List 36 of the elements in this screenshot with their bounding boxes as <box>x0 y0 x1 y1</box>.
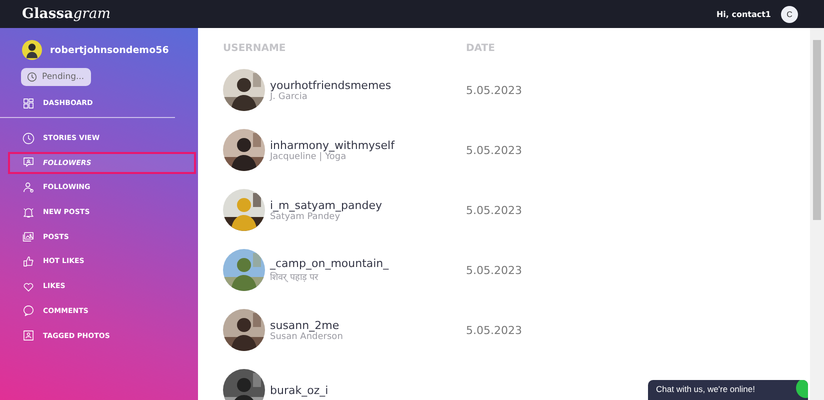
follow-date: 5.05.2023 <box>466 264 522 276</box>
follower-username[interactable]: _camp_on_mountain_ <box>270 257 466 270</box>
nav-icon <box>22 230 35 244</box>
follow-date: 5.05.2023 <box>466 204 522 216</box>
nav-icon <box>22 132 35 144</box>
follow-date: 5.05.2023 <box>466 144 522 156</box>
nav-icon <box>22 156 35 170</box>
nav-icon <box>22 304 35 318</box>
follower-username[interactable]: i_m_satyam_pandey <box>270 198 466 212</box>
follower-name: Satyam Pandey <box>270 212 340 222</box>
column-header: DATE <box>466 43 495 54</box>
column-header: USERNAME <box>223 43 287 54</box>
follower-name: Jacqueline | Yoga <box>270 152 346 162</box>
follower-name: J. Garcia <box>270 92 308 102</box>
nav-icon <box>22 329 35 342</box>
follower-username[interactable]: susann_2me <box>270 318 466 332</box>
follower-name: शिवर् पहाड़ पर <box>270 271 320 283</box>
chat-widget[interactable]: Chat with us, we're online! <box>648 380 808 400</box>
pending-button[interactable]: Pending... <box>21 68 91 86</box>
follower-name: Susan Anderson <box>270 332 344 342</box>
follower-username[interactable]: yourhotfriendsmemes <box>270 78 466 92</box>
follow-date: 5.05.2023 <box>466 324 522 336</box>
username: robertjohnsondemo56 <box>50 44 169 56</box>
follower-username[interactable]: inharmony_withmyself <box>270 138 466 152</box>
nav-icon <box>22 206 35 219</box>
user-avatar <box>22 40 42 60</box>
scrollbar[interactable] <box>810 28 824 400</box>
logo[interactable]: Glassagram <box>22 6 110 22</box>
nav-icon <box>22 254 35 268</box>
nav-icon <box>22 96 35 110</box>
nav-icon <box>22 180 35 194</box>
follow-date: 5.05.2023 <box>466 84 522 96</box>
greeting: Hi, contact1 <box>716 10 771 18</box>
follower-username[interactable]: burak_oz_i <box>270 384 466 396</box>
account-avatar[interactable]: C <box>781 6 798 22</box>
clock-icon <box>27 72 37 82</box>
